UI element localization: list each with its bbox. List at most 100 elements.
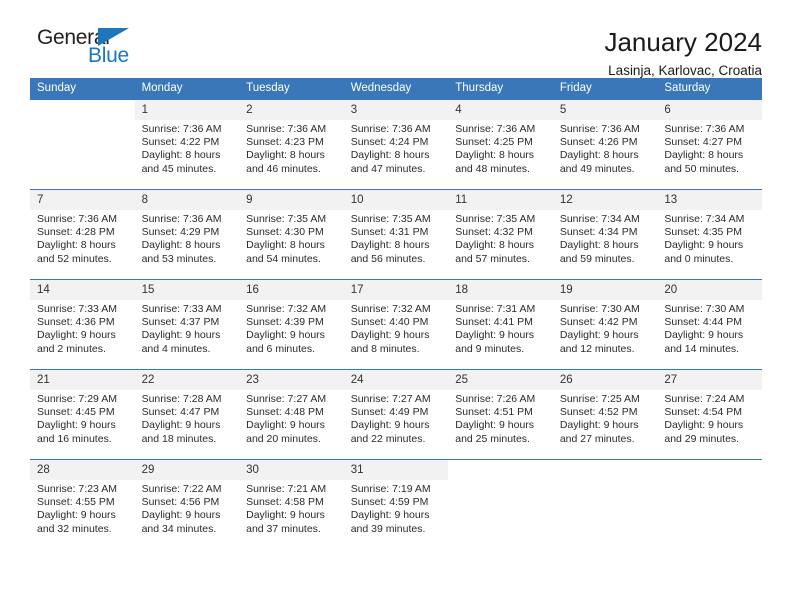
sunrise-text: Sunrise: 7:28 AM xyxy=(141,393,222,405)
calendar-cell[interactable]: 25 Sunrise: 7:26 AM Sunset: 4:51 PM Dayligh… xyxy=(448,369,553,460)
calendar-cell[interactable]: 28 Sunrise: 7:23 AM Sunset: 4:55 PM Dayligh… xyxy=(30,459,135,550)
sunset-text: Sunset: 4:47 PM xyxy=(141,406,220,419)
daylight-text-line2: and 57 minutes. xyxy=(455,252,530,265)
daylight-text-line1: Daylight: 9 hours xyxy=(455,419,535,432)
calendar-cell[interactable]: 16 Sunrise: 7:32 AM Sunset: 4:39 PM Dayligh… xyxy=(239,279,344,370)
day-number: 15 xyxy=(134,280,240,300)
day-details: Sunrise: 7:36 AM Sunset: 4:29 PM Daylight:… xyxy=(135,210,240,266)
calendar-body: 1 Sunrise: 7:36 AM Sunset: 4:22 PM Daylight… xyxy=(30,99,762,550)
day-details: Sunrise: 7:32 AM Sunset: 4:40 PM Daylight:… xyxy=(344,300,449,356)
day-number: 11 xyxy=(448,190,553,210)
calendar-cell[interactable]: 4 Sunrise: 7:36 AM Sunset: 4:25 PM Daylight… xyxy=(448,99,553,190)
calendar-cell[interactable]: 3 Sunrise: 7:36 AM Sunset: 4:24 PM Daylight… xyxy=(343,99,449,190)
calendar-cell xyxy=(552,459,658,550)
day-cell: 30 Sunrise: 7:21 AM Sunset: 4:58 PM Dayligh… xyxy=(239,460,344,550)
sunrise-text: Sunrise: 7:29 AM xyxy=(37,393,117,405)
calendar-cell xyxy=(30,99,135,190)
day-details: Sunrise: 7:29 AM Sunset: 4:45 PM Daylight:… xyxy=(30,390,135,446)
sunset-text: Sunset: 4:42 PM xyxy=(559,316,638,329)
sunset-text: Sunset: 4:27 PM xyxy=(664,136,743,149)
calendar-cell[interactable]: 5 Sunrise: 7:36 AM Sunset: 4:26 PM Daylight… xyxy=(552,99,658,190)
day-details: Sunrise: 7:36 AM Sunset: 4:27 PM Daylight:… xyxy=(657,120,762,176)
sunrise-text: Sunrise: 7:35 AM xyxy=(350,213,431,225)
daylight-text-line2: and 2 minutes. xyxy=(37,342,106,355)
calendar-cell[interactable]: 10 Sunrise: 7:35 AM Sunset: 4:31 PM Dayligh… xyxy=(343,189,449,280)
sunset-text: Sunset: 4:44 PM xyxy=(664,316,743,329)
calendar-cell[interactable]: 17 Sunrise: 7:32 AM Sunset: 4:40 PM Dayligh… xyxy=(343,279,449,370)
calendar-cell[interactable]: 23 Sunrise: 7:27 AM Sunset: 4:48 PM Dayligh… xyxy=(239,369,344,460)
sunrise-text: Sunrise: 7:36 AM xyxy=(455,123,536,135)
general-blue-logo: General Blue xyxy=(30,26,160,74)
day-number: 9 xyxy=(239,190,344,210)
calendar-cell[interactable]: 15 Sunrise: 7:33 AM Sunset: 4:37 PM Dayligh… xyxy=(134,279,240,370)
sunrise-text: Sunrise: 7:32 AM xyxy=(350,303,431,315)
calendar-cell[interactable]: 21 Sunrise: 7:29 AM Sunset: 4:45 PM Dayligh… xyxy=(30,369,135,460)
sunrise-text: Sunrise: 7:35 AM xyxy=(246,213,327,225)
day-cell: 28 Sunrise: 7:23 AM Sunset: 4:55 PM Dayligh… xyxy=(30,460,135,550)
calendar-cell[interactable]: 18 Sunrise: 7:31 AM Sunset: 4:41 PM Dayligh… xyxy=(448,279,553,370)
daylight-text-line1: Daylight: 9 hours xyxy=(664,329,744,342)
day-number: 8 xyxy=(134,190,240,210)
calendar-cell[interactable]: 14 Sunrise: 7:33 AM Sunset: 4:36 PM Dayligh… xyxy=(30,279,135,370)
day-cell: 20 Sunrise: 7:30 AM Sunset: 4:44 PM Dayligh… xyxy=(657,280,762,369)
sunset-text: Sunset: 4:49 PM xyxy=(350,406,429,419)
weekday-header-tuesday: Tuesday xyxy=(239,78,344,100)
calendar-cell[interactable]: 8 Sunrise: 7:36 AM Sunset: 4:29 PM Daylight… xyxy=(134,189,240,280)
day-number: 22 xyxy=(134,370,240,390)
sunrise-text: Sunrise: 7:36 AM xyxy=(559,123,640,135)
calendar-cell[interactable]: 27 Sunrise: 7:24 AM Sunset: 4:54 PM Dayligh… xyxy=(657,369,762,460)
day-cell: 16 Sunrise: 7:32 AM Sunset: 4:39 PM Dayligh… xyxy=(239,280,344,369)
weekday-header-thursday: Thursday xyxy=(448,78,553,100)
daylight-text-line1: Daylight: 9 hours xyxy=(350,329,430,342)
sunrise-text: Sunrise: 7:30 AM xyxy=(664,303,745,315)
weekday-header-wednesday: Wednesday xyxy=(343,78,449,100)
daylight-text-line1: Daylight: 9 hours xyxy=(664,419,744,432)
calendar-cell[interactable]: 7 Sunrise: 7:36 AM Sunset: 4:28 PM Daylight… xyxy=(30,189,135,280)
calendar-cell[interactable]: 12 Sunrise: 7:34 AM Sunset: 4:34 PM Dayligh… xyxy=(552,189,658,280)
sunrise-text: Sunrise: 7:27 AM xyxy=(246,393,327,405)
day-details: Sunrise: 7:36 AM Sunset: 4:25 PM Daylight:… xyxy=(448,120,553,176)
calendar-cell[interactable]: 13 Sunrise: 7:34 AM Sunset: 4:35 PM Dayligh… xyxy=(657,189,762,280)
calendar-cell[interactable]: 29 Sunrise: 7:22 AM Sunset: 4:56 PM Dayligh… xyxy=(134,459,240,550)
calendar-cell[interactable]: 30 Sunrise: 7:21 AM Sunset: 4:58 PM Dayligh… xyxy=(239,459,344,550)
day-details: Sunrise: 7:35 AM Sunset: 4:31 PM Daylight:… xyxy=(344,210,449,266)
day-cell: 1 Sunrise: 7:36 AM Sunset: 4:22 PM Daylight… xyxy=(134,100,240,189)
day-cell: 27 Sunrise: 7:24 AM Sunset: 4:54 PM Dayligh… xyxy=(657,370,762,459)
day-cell: 15 Sunrise: 7:33 AM Sunset: 4:37 PM Dayligh… xyxy=(134,280,240,369)
day-number: 29 xyxy=(134,460,240,480)
calendar-cell[interactable]: 24 Sunrise: 7:27 AM Sunset: 4:49 PM Dayligh… xyxy=(343,369,449,460)
calendar-cell[interactable]: 6 Sunrise: 7:36 AM Sunset: 4:27 PM Daylight… xyxy=(657,99,762,190)
calendar-grid: Sunday Monday Tuesday Wednesday Thursday… xyxy=(30,78,762,550)
daylight-text-line1: Daylight: 9 hours xyxy=(37,509,116,522)
calendar-cell[interactable]: 2 Sunrise: 7:36 AM Sunset: 4:23 PM Daylight… xyxy=(239,99,344,190)
daylight-text-line2: and 8 minutes. xyxy=(350,342,420,355)
daylight-text-line2: and 22 minutes. xyxy=(350,432,426,445)
daylight-text-line2: and 9 minutes. xyxy=(455,342,525,355)
sunset-text: Sunset: 4:56 PM xyxy=(141,496,220,509)
sunset-text: Sunset: 4:26 PM xyxy=(559,136,638,149)
calendar-cell[interactable]: 11 Sunrise: 7:35 AM Sunset: 4:32 PM Dayligh… xyxy=(448,189,553,280)
sunrise-text: Sunrise: 7:24 AM xyxy=(664,393,745,405)
daylight-text-line1: Daylight: 9 hours xyxy=(141,419,221,432)
sunset-text: Sunset: 4:52 PM xyxy=(559,406,638,419)
calendar-cell[interactable]: 9 Sunrise: 7:35 AM Sunset: 4:30 PM Daylight… xyxy=(239,189,344,280)
day-details: Sunrise: 7:34 AM Sunset: 4:35 PM Daylight:… xyxy=(657,210,762,266)
day-cell: 8 Sunrise: 7:36 AM Sunset: 4:29 PM Daylight… xyxy=(134,190,240,279)
day-number: 7 xyxy=(30,190,135,210)
calendar-cell[interactable]: 19 Sunrise: 7:30 AM Sunset: 4:42 PM Dayligh… xyxy=(552,279,658,370)
daylight-text-line1: Daylight: 8 hours xyxy=(246,149,325,162)
day-cell: 25 Sunrise: 7:26 AM Sunset: 4:51 PM Dayligh… xyxy=(448,370,553,459)
day-number: 16 xyxy=(239,280,344,300)
daylight-text-line1: Daylight: 8 hours xyxy=(350,149,430,162)
calendar-cell[interactable]: 1 Sunrise: 7:36 AM Sunset: 4:22 PM Daylight… xyxy=(134,99,240,190)
calendar-cell[interactable]: 20 Sunrise: 7:30 AM Sunset: 4:44 PM Dayligh… xyxy=(657,279,762,370)
day-number: 10 xyxy=(343,190,449,210)
calendar-cell[interactable]: 26 Sunrise: 7:25 AM Sunset: 4:52 PM Dayligh… xyxy=(552,369,658,460)
calendar-week-row: 21 Sunrise: 7:29 AM Sunset: 4:45 PM Dayligh… xyxy=(30,369,762,460)
daylight-text-line1: Daylight: 9 hours xyxy=(246,419,325,432)
calendar-cell[interactable]: 31 Sunrise: 7:19 AM Sunset: 4:59 PM Dayligh… xyxy=(343,459,449,550)
calendar-cell[interactable]: 22 Sunrise: 7:28 AM Sunset: 4:47 PM Dayligh… xyxy=(134,369,240,460)
calendar-week-row: 1 Sunrise: 7:36 AM Sunset: 4:22 PM Daylight… xyxy=(30,99,762,190)
day-details: Sunrise: 7:30 AM Sunset: 4:44 PM Daylight:… xyxy=(657,300,762,356)
day-cell: 11 Sunrise: 7:35 AM Sunset: 4:32 PM Dayligh… xyxy=(448,190,553,279)
